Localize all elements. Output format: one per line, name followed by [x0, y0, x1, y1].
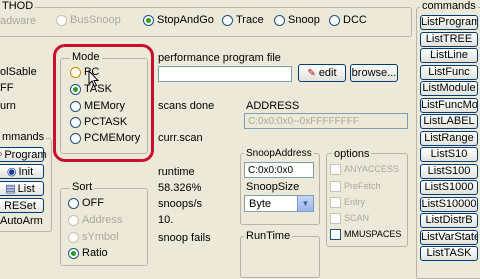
left-label-3: urn: [0, 100, 16, 112]
option-scan[interactable]: SCAN: [330, 213, 369, 225]
anyaccess-checkbox[interactable]: [330, 164, 341, 176]
sort-ratio-radio[interactable]: [68, 247, 79, 259]
snoop-address-input[interactable]: C:0x0:0x0: [244, 162, 314, 178]
listmodule-button[interactable]: ListModule: [420, 81, 478, 96]
listtree-button[interactable]: ListTREE: [420, 32, 478, 47]
scan-checkbox[interactable]: [330, 213, 341, 225]
lists100-button[interactable]: ListS100: [420, 164, 478, 179]
method-option-stopandgo[interactable]: StopAndGo: [143, 14, 214, 26]
option-prefetch[interactable]: PreFetch: [330, 181, 381, 193]
sort-group-title: Sort: [70, 181, 95, 193]
program-button[interactable]: ⎆Program: [0, 147, 47, 162]
autoarm-label[interactable]: AutoArm: [0, 215, 43, 227]
runtime-label: runtime: [158, 166, 195, 178]
edit-button[interactable]: ✎ edit: [298, 64, 346, 82]
snoop-size-label: SnoopSize: [246, 181, 300, 193]
prefetch-checkbox[interactable]: [330, 181, 341, 193]
runtime-value: 58.326%: [158, 182, 202, 194]
sort-option-ratio[interactable]: Ratio: [68, 247, 108, 259]
reset-button[interactable]: RESet: [0, 198, 44, 213]
list-button[interactable]: ▤ List: [0, 181, 44, 196]
snoops-value: 10.: [158, 214, 174, 226]
curr-scan-label: curr.scan: [158, 132, 203, 144]
option-mmuspaces[interactable]: MMUSPACES: [330, 229, 401, 241]
snoop-size-value: Byte: [249, 198, 272, 210]
address-label: ADDRESS: [246, 100, 300, 112]
trace-radio[interactable]: [222, 14, 233, 26]
listvarstate-button[interactable]: ListVarState: [420, 230, 478, 245]
lists1000-button[interactable]: ListS1000: [420, 180, 478, 195]
lists10000-button[interactable]: ListS10000: [420, 197, 478, 212]
listline-button[interactable]: ListLine: [420, 48, 478, 63]
options-group-title: options: [332, 148, 372, 160]
edit-icon: ✎: [307, 67, 316, 79]
listrange-button[interactable]: ListRange: [420, 131, 478, 146]
listfunc-button[interactable]: ListFunc: [420, 65, 478, 80]
program-icon: ⎆: [0, 148, 2, 161]
stopandgo-radio[interactable]: [143, 14, 154, 26]
snoops-label: snoops/s: [158, 198, 203, 210]
sort-option-symbol[interactable]: sYmbol: [68, 231, 119, 243]
scans-done-label: scans done: [158, 100, 215, 112]
commands-title: commands: [420, 0, 478, 12]
browse-button[interactable]: browse...: [350, 64, 398, 82]
method-option-snoop[interactable]: Snoop: [274, 14, 320, 26]
method-option-bussnoop[interactable]: BusSnoop: [56, 14, 121, 26]
init-icon: ◉: [6, 166, 17, 178]
mmuspaces-checkbox[interactable]: [330, 229, 341, 241]
option-anyaccess[interactable]: ANYACCESS: [330, 164, 399, 176]
sort-address-radio[interactable]: [68, 214, 79, 226]
list-icon: ▤: [5, 183, 16, 195]
method-option-dcc[interactable]: DCC: [329, 14, 367, 26]
snoop-address-label: SnoopAddress: [244, 148, 314, 159]
listprogram-button[interactable]: ListProgram: [420, 15, 478, 30]
sort-off-radio[interactable]: [68, 197, 79, 209]
left-label-2: FF: [0, 82, 14, 94]
listfuncmod-button[interactable]: ListFuncMod: [420, 98, 478, 113]
dcc-radio[interactable]: [329, 14, 340, 26]
init-button[interactable]: ◉ Init: [0, 164, 44, 179]
runtime-group: [240, 236, 320, 278]
listdistrb-button[interactable]: ListDistrB: [420, 213, 478, 228]
lists10-button[interactable]: ListS10: [420, 147, 478, 162]
runtime-group-label: RunTime: [244, 230, 293, 242]
snoop-size-select[interactable]: Byte ▼: [244, 195, 314, 212]
sort-option-address[interactable]: Address: [68, 214, 122, 226]
chevron-down-icon[interactable]: ▼: [297, 196, 313, 211]
perf-file-label: performance program file: [158, 52, 281, 64]
address-input[interactable]: C:0x0:0x0--0xFFFFFFFF: [244, 113, 408, 129]
left-label-1: olSable: [0, 66, 37, 78]
sort-symbol-radio[interactable]: [68, 231, 79, 243]
bussnoop-radio[interactable]: [56, 14, 67, 26]
method-option-trace[interactable]: Trace: [222, 14, 264, 26]
sort-option-off[interactable]: OFF: [68, 197, 104, 209]
listtask-button[interactable]: ListTASK: [420, 246, 478, 261]
option-entry[interactable]: Entry: [330, 197, 365, 209]
mode-highlight-frame: [53, 44, 154, 162]
listlabel-button[interactable]: ListLABEL: [420, 114, 478, 129]
hardware-label: adware: [0, 15, 37, 27]
snoop-radio[interactable]: [274, 14, 285, 26]
perf-file-input[interactable]: [158, 66, 292, 82]
method-group-title: THOD: [0, 0, 36, 12]
entry-checkbox[interactable]: [330, 197, 341, 209]
snoop-fails-label: snoop fails: [158, 232, 211, 244]
left-commands-title: mmands: [0, 131, 47, 143]
